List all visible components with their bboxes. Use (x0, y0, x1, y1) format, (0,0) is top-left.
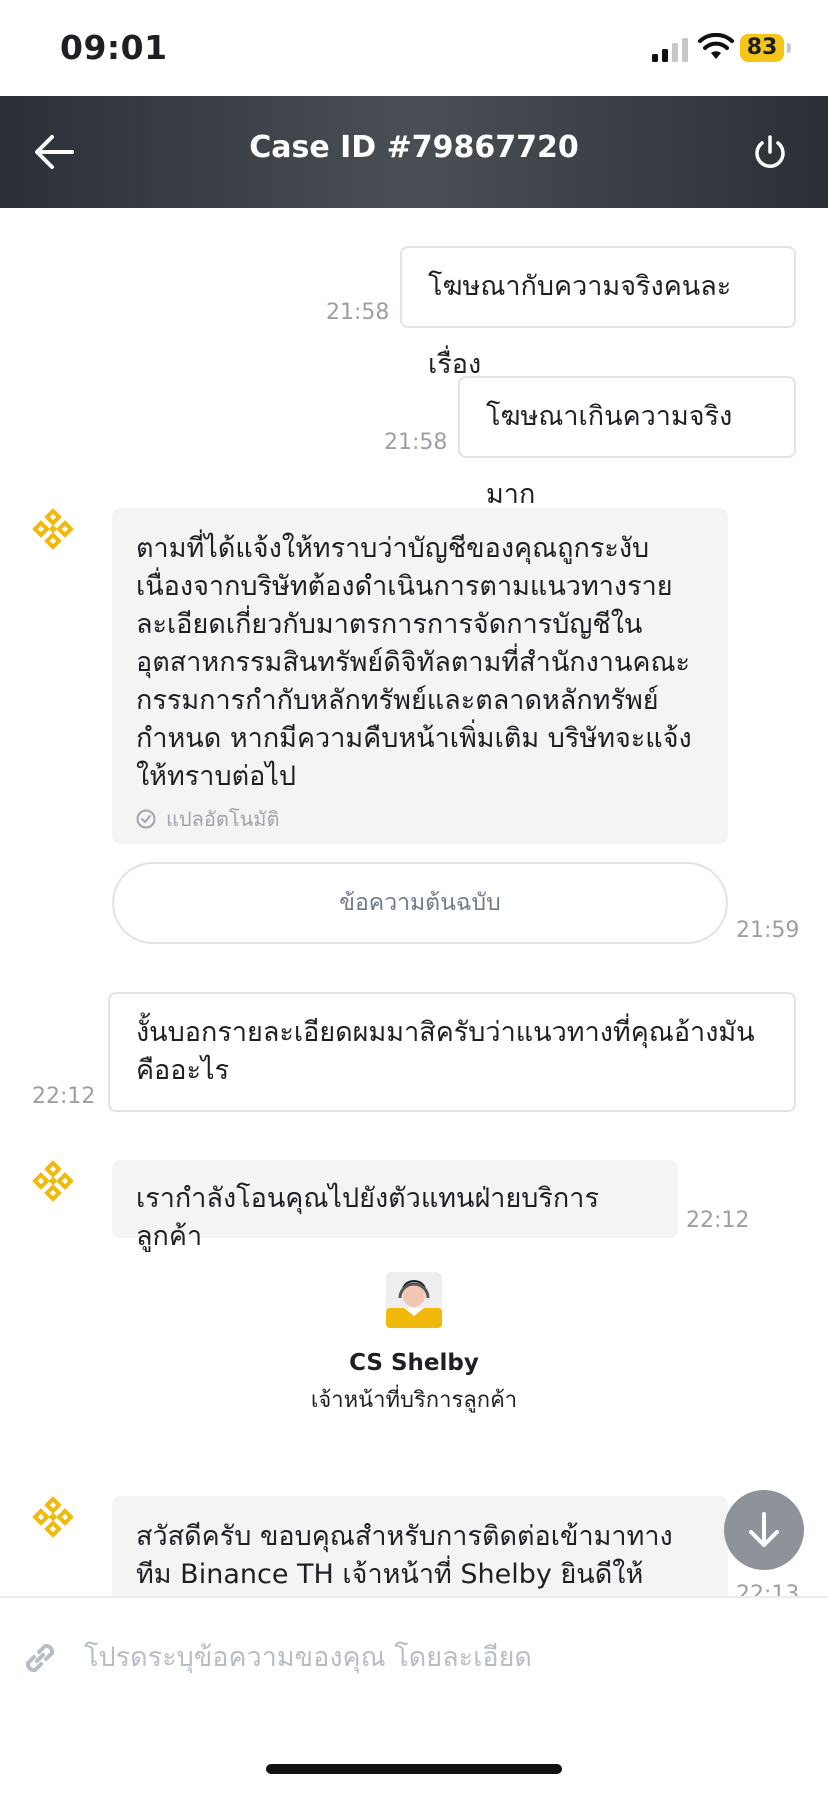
agent-message: สวัสดีครับ ขอบคุณสำหรับการติดต่อเข้ามาทา… (112, 1496, 728, 1596)
agent-name: CS Shelby (349, 1350, 479, 1376)
clock: 09:01 (60, 28, 168, 67)
binance-logo-icon (32, 1160, 74, 1202)
agent-role: เจ้าหน้าที่บริการลูกค้า (310, 1388, 518, 1413)
arrow-down-icon (749, 1512, 779, 1547)
original-message-button[interactable]: ข้อความต้นฉบับ (112, 862, 728, 944)
message-input[interactable] (82, 1628, 786, 1686)
message-text: โฆษณากับความจริงคนละเรื่อง (428, 271, 732, 380)
check-circle-icon (136, 809, 156, 829)
chat-thread[interactable]: 21:58 โฆษณากับความจริงคนละเรื่อง 21:58 โ… (0, 208, 828, 1596)
message-time: 21:58 (384, 430, 448, 455)
message-text: ตามที่ได้แจ้งให้ทราบว่าบัญชีของคุณถูกระง… (136, 533, 692, 792)
binance-logo-icon (32, 1496, 74, 1538)
power-icon[interactable] (752, 134, 788, 172)
battery-level: 83 (740, 34, 784, 62)
binance-logo-icon (32, 508, 74, 550)
message-text: โฆษณาเกินความจริงมาก (486, 401, 733, 510)
home-indicator (266, 1764, 562, 1774)
agent-avatar (386, 1272, 442, 1328)
message-time: 22:13 (736, 1582, 800, 1596)
wifi-icon (698, 33, 734, 59)
scroll-to-bottom-button[interactable] (724, 1490, 804, 1570)
agent-card: CS Shelby เจ้าหน้าที่บริการลูกค้า (0, 1272, 828, 1417)
message-text: สวัสดีครับ ขอบคุณสำหรับการติดต่อเข้ามาทา… (136, 1521, 673, 1590)
status-bar: 09:01 83 (0, 0, 828, 96)
message-text: เรากำลังโอนคุณไปยังตัวแทนฝ่ายบริการลูกค้… (136, 1183, 599, 1252)
message-time: 22:12 (686, 1208, 750, 1233)
message-text: งั้นบอกรายละเอียดผมมาสิครับว่าแนวทางที่ค… (136, 1017, 755, 1086)
auto-translate-label: แปลอัตโนมัติ (136, 800, 704, 838)
message-time: 21:59 (736, 918, 800, 943)
link-icon[interactable] (18, 1636, 62, 1680)
signal-icon (652, 38, 688, 62)
chat-header: Case ID #79867720 (0, 96, 828, 208)
message-time: 22:12 (32, 1084, 96, 1109)
user-message: งั้นบอกรายละเอียดผมมาสิครับว่าแนวทางที่ค… (108, 992, 796, 1112)
agent-message: ตามที่ได้แจ้งให้ทราบว่าบัญชีของคุณถูกระง… (112, 508, 728, 844)
user-message: โฆษณาเกินความจริงมาก (458, 376, 796, 510)
user-message: โฆษณากับความจริงคนละเรื่อง (400, 246, 796, 380)
message-time: 21:58 (326, 300, 390, 325)
page-title: Case ID #79867720 (249, 130, 579, 165)
message-composer (0, 1596, 828, 1794)
agent-message: เรากำลังโอนคุณไปยังตัวแทนฝ่ายบริการลูกค้… (112, 1160, 678, 1252)
battery-icon: 83 (740, 34, 792, 62)
